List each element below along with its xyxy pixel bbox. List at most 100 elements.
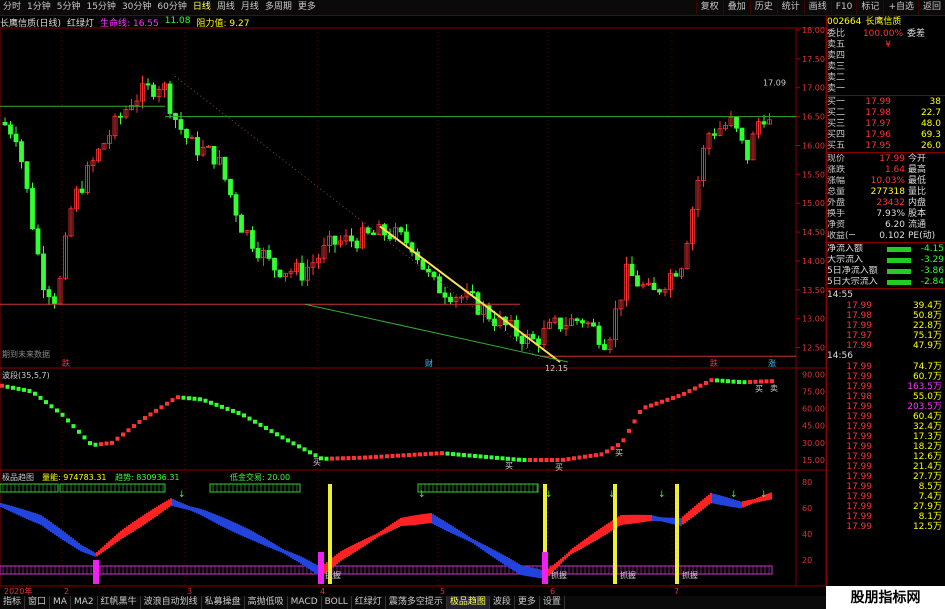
- candle-body: [492, 318, 497, 326]
- osc-mark: [82, 435, 87, 440]
- toolbar-btn-7[interactable]: +自选: [883, 1, 918, 14]
- indicator-tab-6[interactable]: 私募操盘: [202, 596, 245, 609]
- candle-body: [734, 116, 739, 129]
- trend-ribbon: [592, 533, 594, 543]
- price-tick-label: 14.00: [802, 257, 825, 266]
- period-tab-1[interactable]: 1分钟: [24, 1, 54, 14]
- trend-ribbon: [456, 528, 458, 536]
- trend-ribbon: [152, 509, 154, 519]
- trend-ribbon: [256, 533, 258, 543]
- trend-ribbon: [752, 499, 754, 504]
- osc-mark: [726, 379, 730, 384]
- toolbar-btn-6[interactable]: 标记: [856, 1, 883, 14]
- chart-area[interactable]: 18.00 17.50 17.00 16.50 16.00 15.50 15.00 14.50…: [0, 0, 945, 609]
- period-tab-8[interactable]: 月线: [238, 1, 262, 14]
- trend-ribbon: [338, 552, 340, 563]
- trend-ribbon: [484, 545, 486, 552]
- indicator-tab-8[interactable]: MACD: [288, 596, 322, 609]
- trend-ribbon: [254, 532, 256, 542]
- ask-row: 卖五 ¥: [827, 40, 891, 50]
- trend-ribbon: [530, 567, 532, 577]
- candle-body: [404, 231, 409, 244]
- trend-ribbon: [194, 507, 196, 513]
- trend-ribbon: [166, 500, 168, 509]
- trend-ribbon: [734, 499, 736, 508]
- trend-ribbon: [84, 546, 86, 553]
- toolbar-btn-4[interactable]: 画线: [803, 1, 831, 14]
- down-arrow-icon: ↓: [178, 490, 186, 500]
- trend-ribbon: [658, 516, 660, 522]
- osc-mark: [170, 398, 175, 403]
- candle-body: [24, 161, 30, 189]
- indicator-tab-15[interactable]: 设置: [540, 596, 565, 609]
- period-tab-10[interactable]: 更多: [295, 1, 319, 14]
- period-tab-9[interactable]: 多周期: [262, 1, 295, 14]
- period-tab-4[interactable]: 30分钟: [119, 1, 154, 14]
- toolbar-btn-2[interactable]: 历史: [749, 1, 777, 14]
- candle-body: [299, 262, 305, 281]
- indicator-tab-11[interactable]: 震荡多空提示: [386, 596, 447, 609]
- period-tab-3[interactable]: 15分钟: [83, 1, 118, 14]
- candle-body: [52, 296, 57, 305]
- osc-tick-label: 60.00: [802, 405, 825, 414]
- indicator-tab-10[interactable]: 红绿灯: [352, 596, 386, 609]
- toolbar-btn-3[interactable]: 统计: [776, 1, 804, 14]
- period-tab-0[interactable]: 分时: [0, 1, 24, 14]
- candle-body: [46, 289, 52, 298]
- osc-mark: [698, 383, 703, 388]
- trend-ribbon: [336, 554, 338, 565]
- trend-ribbon: [742, 501, 744, 508]
- trend-ribbon: [276, 545, 278, 551]
- stat-row: 涨幅 10.03% 最低: [827, 176, 927, 186]
- osc-mark: [44, 400, 48, 405]
- trend-ribbon: [486, 546, 488, 554]
- indicator-tab-0[interactable]: 指标: [0, 596, 26, 609]
- toolbar-btn-1[interactable]: 叠加: [722, 1, 750, 14]
- trend-ribbon: [656, 516, 658, 522]
- trend-ribbon: [756, 497, 758, 503]
- osc-mark: [225, 406, 230, 411]
- trend-ribbon: [60, 529, 62, 539]
- indicator-tab-4[interactable]: 红帆黑牛: [98, 596, 141, 609]
- osc-mark: [418, 452, 422, 457]
- candle-body: [558, 317, 563, 330]
- trend-ribbon: [598, 529, 600, 539]
- trend-ribbon: [392, 523, 394, 530]
- trend-ribbon: [462, 532, 464, 539]
- magenta-signal-bar: [318, 552, 324, 584]
- trend-ribbon: [72, 538, 74, 547]
- toolbar-btn-8[interactable]: 返回: [917, 1, 945, 14]
- indicator-tab-1[interactable]: 窗口: [25, 596, 51, 609]
- osc-mark: [313, 453, 318, 458]
- trend-ribbon: [360, 541, 362, 549]
- indicator-tab-9[interactable]: BOLL: [322, 596, 352, 609]
- period-tab-2[interactable]: 5分钟: [54, 1, 84, 14]
- indicator-tab-2[interactable]: MA: [50, 596, 71, 609]
- trend-ribbon: [736, 500, 738, 508]
- indicator-name: 红绿灯: [67, 19, 95, 29]
- resist-label: 阻力值: 9.27: [196, 19, 250, 29]
- candle-body: [211, 146, 217, 165]
- indicator-tab-14[interactable]: 更多: [515, 596, 540, 609]
- indicator-tab-12[interactable]: 极品趋图: [446, 596, 490, 609]
- price-tick-label: 18.00: [802, 26, 825, 35]
- indicator-tab-7[interactable]: 高抛低吸: [245, 596, 288, 609]
- trend-ribbon: [26, 510, 28, 520]
- indicator-tab-5[interactable]: 波浪自动划线: [141, 596, 202, 609]
- toolbar-btn-5[interactable]: F10: [830, 1, 857, 14]
- osc-mark: [357, 455, 362, 460]
- bottom-title: 极品趋图: [2, 472, 34, 482]
- osc-mark: [258, 422, 263, 427]
- period-tab-5[interactable]: 60分钟: [154, 1, 189, 14]
- trend-ribbon: [432, 514, 434, 524]
- indicator-tab-3[interactable]: MA2: [71, 596, 98, 609]
- period-tab-7[interactable]: 周线: [214, 1, 238, 14]
- magenta-stripe: [99, 565, 319, 575]
- trend-ribbon: [356, 543, 358, 551]
- trend-ribbon: [364, 539, 366, 546]
- toolbar-btn-0[interactable]: 复权: [695, 1, 723, 14]
- indicator-tab-13[interactable]: 波段: [490, 596, 515, 609]
- trend-ribbon: [436, 516, 438, 527]
- trend-ribbon: [112, 537, 114, 546]
- period-tab-6[interactable]: 日线: [190, 1, 214, 14]
